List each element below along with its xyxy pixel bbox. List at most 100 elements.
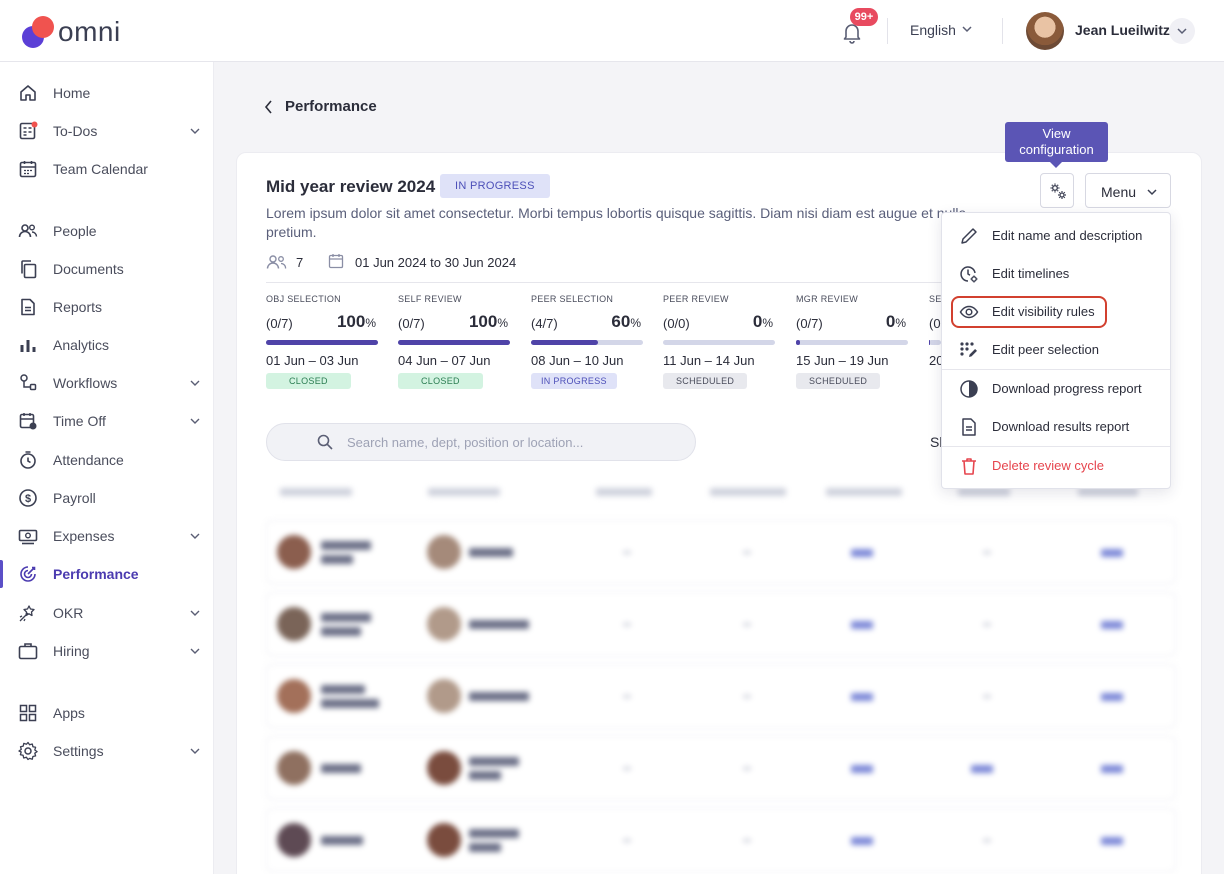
sidebar-item-workflows[interactable]: Workflows [0, 367, 214, 399]
menu-item-edit-timelines[interactable]: Edit timelines [942, 255, 1170, 293]
back-link-label: Performance [285, 98, 377, 115]
sidebar-item-expenses[interactable]: Expenses [0, 520, 214, 552]
table-row[interactable] [266, 808, 1176, 872]
chevron-down-icon[interactable] [190, 378, 200, 388]
stage-date-range: 04 Jun – 07 Jun [398, 353, 491, 368]
performance-icon [20, 566, 36, 582]
sidebar-item-team-calendar[interactable]: Team Calendar [0, 153, 214, 185]
stage-status-badge: SCHEDULED [796, 373, 881, 389]
sidebar-item-performance[interactable]: Performance [0, 558, 214, 590]
pie-chart-icon [960, 380, 978, 398]
menu-item-edit-peer-selection[interactable]: Edit peer selection [942, 331, 1170, 369]
stage-peer-review: PEER REVIEW (0/0) 0% 11 Jun – 14 Jun SCHEDUL… [663, 294, 775, 389]
top-bar: omni 99+ English Jean Lueilwitz [0, 0, 1224, 62]
notification-badge: 99+ [850, 8, 878, 26]
sidebar-item-label: Attendance [53, 452, 124, 468]
stage-self-review: SELF REVIEW (0/7) 100% 04 Jun – 07 Jun CLOSE… [398, 294, 510, 389]
divider [887, 18, 888, 44]
chevron-down-icon[interactable] [190, 531, 200, 541]
divider [1002, 18, 1003, 44]
table-row[interactable] [266, 664, 1176, 728]
menu-item-label: Delete review cycle [992, 458, 1104, 473]
sidebar-item-time-off[interactable]: Time Off [0, 405, 214, 437]
avatar[interactable] [1026, 12, 1064, 50]
user-name[interactable]: Jean Lueilwitz [1075, 22, 1170, 38]
table-row[interactable] [266, 520, 1176, 584]
calendar-icon [328, 254, 344, 269]
sidebar-item-attendance[interactable]: Attendance [0, 444, 214, 476]
chevron-down-icon[interactable] [962, 24, 972, 34]
stage-status-badge: CLOSED [266, 373, 351, 389]
sidebar-item-okr[interactable]: OKR [0, 597, 214, 629]
stage-percent: 0% [752, 312, 773, 331]
sidebar-item-label: Team Calendar [53, 161, 148, 177]
sidebar-item-todos[interactable]: To-Dos [0, 115, 214, 147]
sidebar-item-apps[interactable]: Apps [0, 697, 214, 729]
stage-percent: 100% [468, 312, 508, 331]
chevron-down-icon[interactable] [190, 608, 200, 618]
table-row[interactable] [266, 592, 1176, 656]
table-row[interactable] [266, 736, 1176, 800]
stage-fraction: (0 [929, 316, 941, 331]
settings-icon [18, 741, 38, 761]
sidebar-item-settings[interactable]: Settings [0, 735, 214, 767]
logo-text: omni [58, 16, 121, 47]
pencil-icon [961, 228, 977, 244]
sidebar-item-documents[interactable]: Documents [0, 253, 214, 285]
chevron-down-icon[interactable] [190, 416, 200, 426]
trash-icon [962, 458, 976, 475]
search-icon [317, 434, 333, 450]
sidebar-item-people[interactable]: People [0, 215, 214, 247]
participants-table [266, 480, 1176, 874]
user-menu-button[interactable] [1169, 18, 1195, 44]
stage-percent: 60% [611, 312, 641, 331]
stage-mgr-review: MGR REVIEW (0/7) 0% 15 Jun – 19 Jun SCHEDULE… [796, 294, 908, 389]
search-input[interactable]: Search name, dept, position or location.… [266, 423, 696, 461]
chevron-down-icon[interactable] [190, 646, 200, 656]
stage-date-range: 11 Jun – 14 Jun [663, 353, 755, 368]
status-badge: IN PROGRESS [440, 174, 550, 198]
sidebar-item-label: Payroll [53, 490, 96, 506]
sidebar-item-analytics[interactable]: Analytics [0, 329, 214, 361]
stage-progress-bar [531, 340, 643, 345]
sidebar-item-hiring[interactable]: Hiring [0, 635, 214, 667]
stage-name: SELF REVIEW [398, 294, 462, 304]
stage-status-badge: CLOSED [398, 373, 483, 389]
clock-gear-icon [960, 266, 978, 283]
calendar-icon [19, 161, 37, 178]
stage-percent: 0% [885, 312, 906, 331]
sidebar-item-label: People [53, 223, 97, 239]
sidebar-item-label: To-Dos [53, 123, 98, 139]
sidebar-item-label: Reports [53, 299, 103, 315]
stage-date-range: 08 Jun – 10 Jun [531, 353, 624, 368]
divider [266, 282, 966, 283]
chevron-down-icon[interactable] [190, 126, 200, 136]
stage-status-badge: IN PROGRESS [531, 373, 617, 389]
view-configuration-button[interactable] [1040, 173, 1074, 208]
sidebar-item-home[interactable]: Home [0, 77, 214, 109]
payroll-icon: $ [19, 489, 37, 507]
sidebar-item-label: Performance [53, 566, 139, 582]
attendance-icon [20, 451, 36, 469]
menu-item-delete-review-cycle[interactable]: Delete review cycle [942, 447, 1170, 485]
chevron-down-icon[interactable] [190, 746, 200, 756]
peer-selection-icon [960, 342, 977, 357]
language-selector[interactable]: English [910, 22, 956, 38]
sidebar-item-label: OKR [53, 605, 84, 621]
apps-icon [19, 704, 37, 722]
stage-progress-bar [398, 340, 510, 345]
document-icon [962, 418, 976, 436]
menu-item-edit-name[interactable]: Edit name and description [942, 217, 1170, 255]
sidebar-item-payroll[interactable]: $ Payroll [0, 482, 214, 514]
stage-progress-bar [266, 340, 378, 345]
chevron-down-icon [1147, 189, 1157, 196]
menu-item-download-results-report[interactable]: Download results report [942, 408, 1170, 446]
sidebar-item-label: Settings [53, 743, 104, 759]
sidebar-item-label: Apps [53, 705, 85, 721]
sidebar-item-reports[interactable]: Reports [0, 291, 214, 323]
stage-percent: 100% [336, 312, 376, 331]
menu-button[interactable]: Menu [1085, 173, 1171, 208]
okr-icon [19, 605, 35, 622]
omni-logo[interactable]: omni [22, 14, 142, 48]
menu-item-download-progress-report[interactable]: Download progress report [942, 370, 1170, 408]
